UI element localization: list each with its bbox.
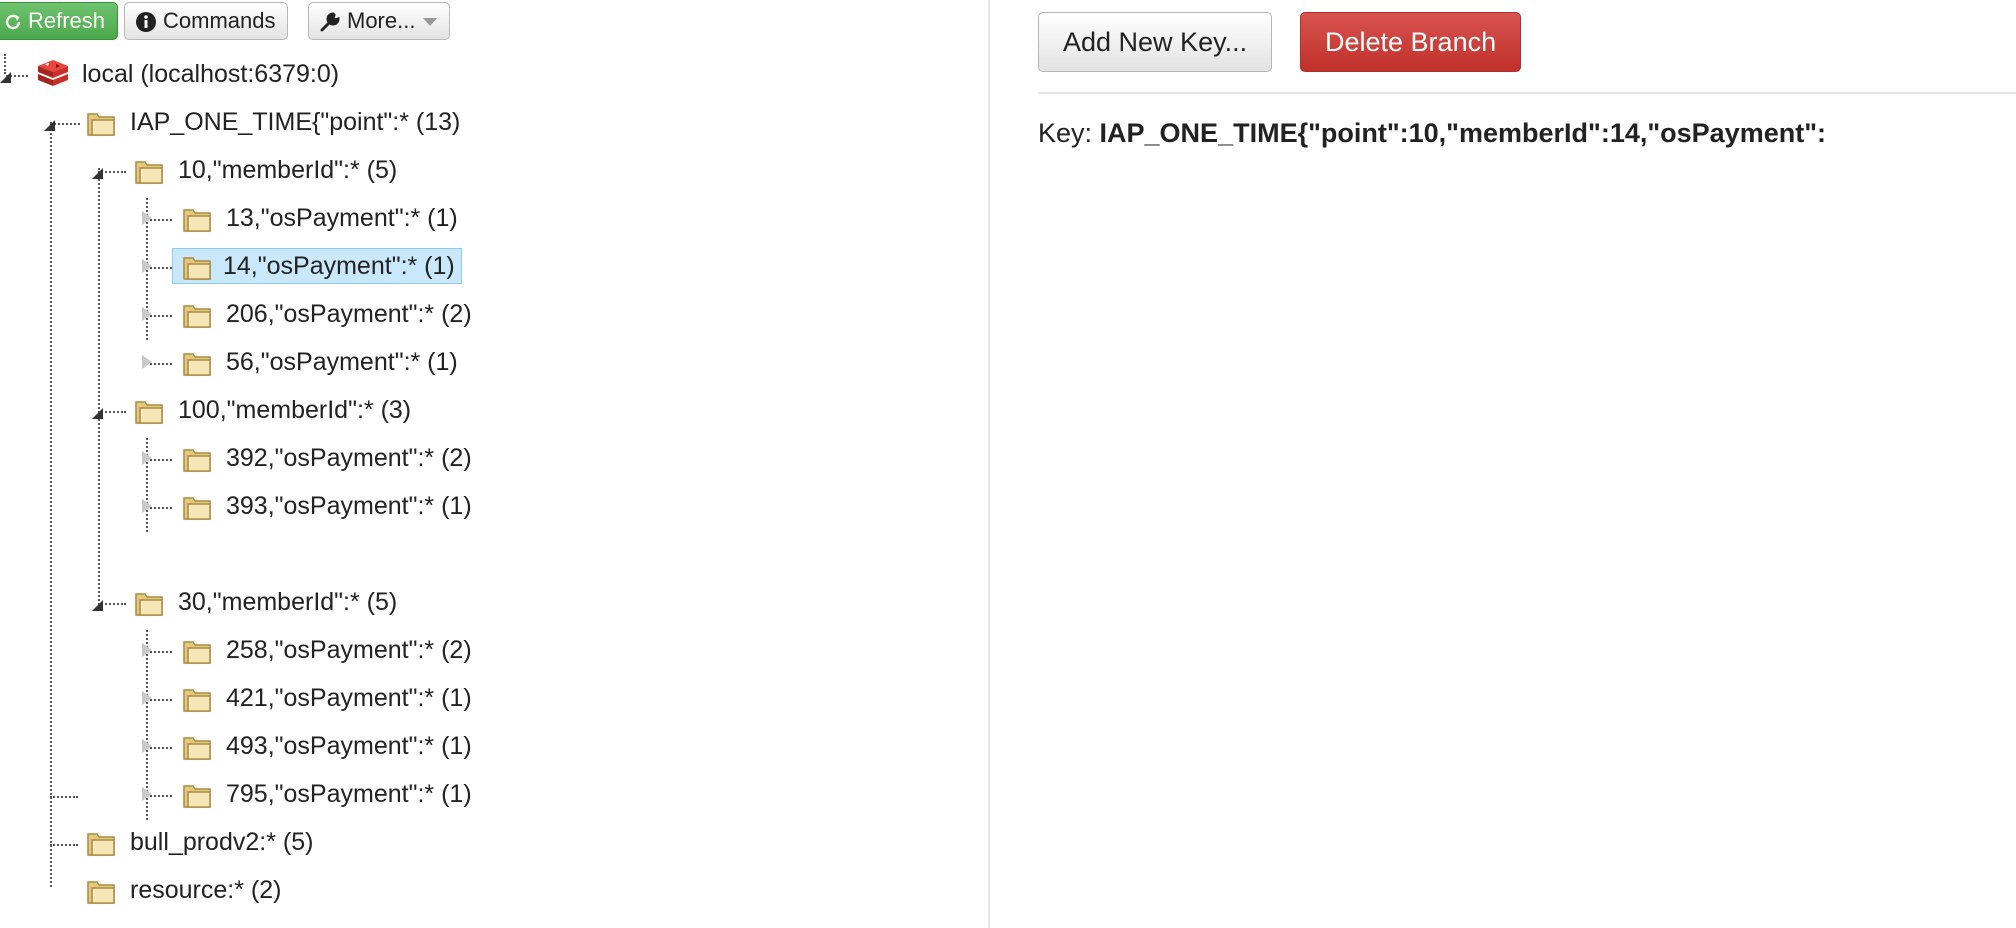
toolbar: Refresh Commands More... <box>0 0 990 44</box>
redis-server-icon <box>38 60 68 86</box>
tree-node-label: 493,"osPayment":* (1) <box>226 732 472 760</box>
tree-node-folder-selected[interactable]: 14,"osPayment":* (1) <box>136 244 516 288</box>
folder-icon <box>183 257 211 280</box>
tree-node-label: resource:* (2) <box>130 876 282 904</box>
expander-closed-icon[interactable] <box>142 451 152 465</box>
folder-icon <box>183 497 211 520</box>
wrench-icon <box>320 12 340 32</box>
delete-branch-button[interactable]: Delete Branch <box>1300 12 1522 72</box>
expander-closed-icon[interactable] <box>142 643 152 657</box>
more-label: More... <box>347 8 416 33</box>
commands-label: Commands <box>163 8 276 33</box>
expander-closed-icon[interactable] <box>142 355 152 369</box>
folder-icon <box>87 833 115 856</box>
chevron-down-icon <box>423 18 438 27</box>
folder-icon <box>183 737 211 760</box>
tree-node-folder[interactable]: 56,"osPayment":* (1) <box>136 340 516 384</box>
expander-open-icon[interactable] <box>92 600 103 611</box>
tree-node-label: 56,"osPayment":* (1) <box>226 348 458 376</box>
folder-icon <box>87 113 115 136</box>
expander-closed-icon[interactable] <box>142 739 152 753</box>
tree-node-label: bull_prodv2:* (5) <box>130 828 314 856</box>
refresh-label: Refresh <box>28 8 106 33</box>
panel-divider[interactable] <box>988 0 990 928</box>
tree-node-folder[interactable]: 30,"memberId":* (5) <box>88 580 468 624</box>
tree-node-label: 13,"osPayment":* (1) <box>226 204 458 232</box>
tree-node-folder[interactable]: resource:* (2) <box>40 868 420 912</box>
folder-icon <box>183 353 211 376</box>
folder-icon <box>135 401 163 424</box>
tree-node-folder[interactable]: bull_prodv2:* (5) <box>40 820 420 864</box>
folder-icon <box>183 641 211 664</box>
tree-node-label: 10,"memberId":* (5) <box>178 156 398 184</box>
refresh-button[interactable]: Refresh <box>0 2 119 40</box>
tree-node-label: 258,"osPayment":* (2) <box>226 636 472 664</box>
tree-node-folder[interactable]: 13,"osPayment":* (1) <box>136 196 516 240</box>
tree-node-label: 421,"osPayment":* (1) <box>226 684 472 712</box>
tree-node-folder[interactable]: 206,"osPayment":* (2) <box>136 292 516 336</box>
folder-icon <box>183 689 211 712</box>
folder-icon <box>135 593 163 616</box>
tree-node-label: 30,"memberId":* (5) <box>178 588 398 616</box>
folder-icon <box>183 785 211 808</box>
tree-node-folder[interactable]: 392,"osPayment":* (2) <box>136 436 516 480</box>
tree-node-folder[interactable]: 393,"osPayment":* (1) <box>136 484 516 528</box>
expander-closed-icon[interactable] <box>142 691 152 705</box>
tree-connector <box>50 796 78 798</box>
tree-node-label: 795,"osPayment":* (1) <box>226 780 472 808</box>
key-prefix-label: Key: <box>1038 118 1100 148</box>
folder-icon <box>135 161 163 184</box>
tree-node-folder[interactable]: 258,"osPayment":* (2) <box>136 628 516 672</box>
expander-open-icon[interactable] <box>92 408 103 419</box>
expander-open-icon[interactable] <box>92 168 103 179</box>
expander-closed-icon[interactable] <box>142 211 152 225</box>
key-value: IAP_ONE_TIME{"point":10,"memberId":14,"o… <box>1099 118 1826 148</box>
tree-node-label: 206,"osPayment":* (2) <box>226 300 472 328</box>
separator <box>1038 92 2016 94</box>
tree-node-folder[interactable]: 10,"memberId":* (5) <box>88 148 468 192</box>
tree-root-label: local (localhost:6379:0) <box>82 60 340 88</box>
more-button[interactable]: More... <box>308 2 451 40</box>
refresh-icon <box>5 14 21 30</box>
tree-node-label: 393,"osPayment":* (1) <box>226 492 472 520</box>
expander-closed-icon[interactable] <box>142 307 152 321</box>
expander-closed-icon[interactable] <box>142 499 152 513</box>
expander-open-icon[interactable] <box>44 120 55 131</box>
tree-node-folder[interactable]: 421,"osPayment":* (1) <box>136 676 516 720</box>
expander-closed-icon[interactable] <box>142 259 152 273</box>
tree-node-label: 392,"osPayment":* (2) <box>226 444 472 472</box>
add-new-key-button[interactable]: Add New Key... <box>1038 12 1273 72</box>
tree-node-label: 14,"osPayment":* (1) <box>172 248 462 284</box>
tree-node-label: IAP_ONE_TIME{"point":* (13) <box>130 108 461 136</box>
tree-node-folder[interactable]: IAP_ONE_TIME{"point":* (13) <box>40 100 520 144</box>
key-display: Key: IAP_ONE_TIME{"point":10,"memberId":… <box>1038 118 1826 149</box>
tree-node-folder[interactable]: 795,"osPayment":* (1) <box>136 772 516 816</box>
folder-icon <box>183 209 211 232</box>
folder-icon <box>183 305 211 328</box>
info-icon <box>136 12 156 33</box>
expander-open-icon[interactable] <box>0 72 11 83</box>
commands-button[interactable]: Commands <box>124 2 289 40</box>
key-tree: local (localhost:6379:0) IAP_ONE_TIME{"p… <box>0 44 985 928</box>
tree-root-node[interactable]: local (localhost:6379:0) <box>0 52 400 96</box>
tree-connector <box>50 122 52 887</box>
tree-node-folder[interactable]: 493,"osPayment":* (1) <box>136 724 516 768</box>
tree-node-label: 100,"memberId":* (3) <box>178 396 412 424</box>
folder-icon <box>87 881 115 904</box>
folder-icon <box>183 449 211 472</box>
tree-node-folder[interactable]: 100,"memberId":* (3) <box>88 388 468 432</box>
expander-closed-icon[interactable] <box>142 787 152 801</box>
